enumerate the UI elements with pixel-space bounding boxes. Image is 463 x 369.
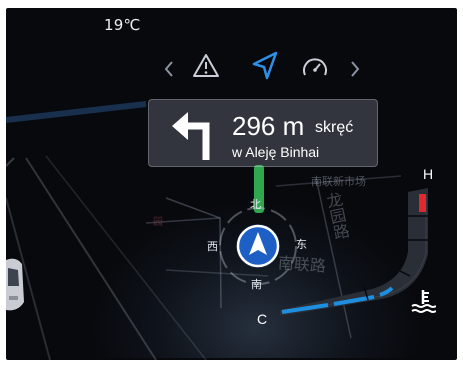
gauge-high-label: H xyxy=(423,166,434,182)
turn-action: skręć xyxy=(315,119,354,136)
vehicle-icon xyxy=(6,258,24,311)
gauge-low-label: C xyxy=(257,311,268,327)
compass-north: 北 xyxy=(250,198,261,211)
street-name: w Aleję Binhai xyxy=(232,144,320,160)
compass-south: 南 xyxy=(251,278,262,291)
chevron-right-icon[interactable] xyxy=(348,60,362,78)
outside-temperature: 19℃ xyxy=(104,16,141,34)
compass-west: 西 xyxy=(207,240,218,253)
turn-distance: 296 m xyxy=(232,111,305,141)
instrument-cluster-screen: 19℃ 296 m skręć w Aleję Binhai 南联新市场 龙园路… xyxy=(6,8,457,360)
coolant-temperature-icon xyxy=(411,290,436,313)
warning-icon[interactable] xyxy=(192,52,220,80)
chevron-left-icon[interactable] xyxy=(162,60,176,78)
navigation-arrow-icon[interactable] xyxy=(250,50,280,82)
turn-left-arrow-icon xyxy=(172,112,210,160)
speedometer-icon[interactable] xyxy=(301,55,329,79)
map-place-label: 园 xyxy=(153,217,163,228)
